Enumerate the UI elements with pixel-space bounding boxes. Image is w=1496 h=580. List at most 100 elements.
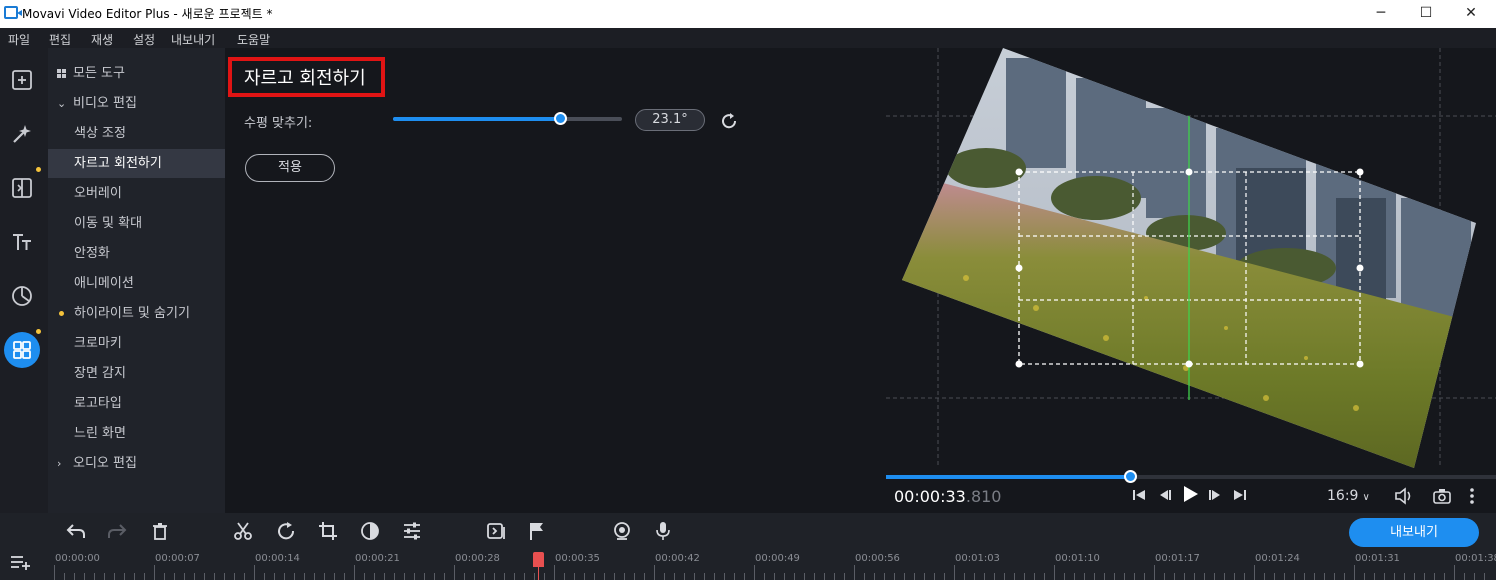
ruler-tick [524, 573, 525, 580]
ruler-tick [1014, 573, 1015, 580]
slider-fill [393, 117, 561, 121]
marker-flag-icon[interactable] [528, 521, 546, 541]
cut-icon[interactable] [233, 521, 253, 541]
webcam-record-icon[interactable] [612, 521, 632, 541]
tool-list: 모든 도구 ⌄ 비디오 편집 색상 조정 자르고 회전하기 오버레이 이동 및 … [48, 48, 225, 513]
ruler-tick [1334, 573, 1335, 580]
angle-slider[interactable] [393, 112, 622, 125]
angle-value-field[interactable]: 23.1° [635, 109, 705, 131]
ruler-tick [124, 573, 125, 580]
volume-icon[interactable] [1394, 487, 1416, 505]
next-frame-icon[interactable] [1208, 487, 1224, 503]
menu-file[interactable]: 파일 [8, 31, 30, 48]
filters-button[interactable] [4, 116, 40, 152]
stickers-button[interactable] [4, 278, 40, 314]
tool-item-crop-rotate[interactable]: 자르고 회전하기 [48, 149, 225, 178]
slider-handle[interactable] [554, 112, 568, 125]
ruler-tick [514, 573, 515, 580]
skip-back-icon[interactable] [1131, 487, 1147, 503]
ruler-tick [574, 573, 575, 580]
prev-frame-icon[interactable] [1156, 487, 1172, 503]
video-edit-group[interactable]: ⌄ 비디오 편집 [48, 89, 225, 118]
more-options-icon[interactable] [1466, 487, 1478, 505]
close-button[interactable]: ✕ [1448, 0, 1494, 28]
delete-icon[interactable] [150, 521, 170, 541]
ruler-tick [1264, 573, 1265, 580]
rotate-icon[interactable] [276, 521, 298, 541]
ruler-tick [1104, 573, 1105, 580]
ruler-tick [1124, 573, 1125, 580]
ruler-tick [674, 573, 675, 580]
ruler-tick [74, 573, 75, 580]
crop-icon[interactable] [318, 521, 338, 541]
ruler-tick [754, 565, 755, 580]
menu-help[interactable]: 도움말 [237, 31, 270, 48]
tool-item-scene-detect[interactable]: 장면 감지 [48, 359, 225, 388]
ruler-tick [954, 565, 955, 580]
ruler-tick [1224, 573, 1225, 580]
ruler-tick [414, 573, 415, 580]
tool-item-chroma[interactable]: 크로마키 [48, 329, 225, 358]
add-track-icon[interactable] [10, 553, 32, 571]
ruler-tick [454, 565, 455, 580]
transition-wizard-icon[interactable] [486, 521, 506, 541]
redo-icon[interactable] [106, 521, 128, 541]
ruler-tick [354, 565, 355, 580]
minimize-button[interactable]: ─ [1358, 0, 1404, 28]
timeline-ruler[interactable]: 00:00:00 00:00:07 00:00:14 00:00:21 00:00:28… [48, 543, 1496, 580]
ruler-tick [494, 573, 495, 580]
tool-item-color[interactable]: 색상 조정 [48, 119, 225, 148]
notification-dot [36, 167, 41, 172]
tool-item-logo[interactable]: 로고타입 [48, 389, 225, 418]
clip-properties-icon[interactable] [402, 521, 422, 541]
color-adjust-icon[interactable] [360, 521, 380, 541]
menu-export[interactable]: 내보내기 [171, 31, 215, 48]
skip-forward-icon[interactable] [1232, 487, 1248, 503]
menu-playback[interactable]: 재생 [91, 31, 113, 48]
tool-item-highlight[interactable]: 하이라이트 및 숨기기 [48, 299, 225, 328]
tool-item-animation[interactable]: 애니메이션 [48, 269, 225, 298]
tool-item-overlay[interactable]: 오버레이 [48, 179, 225, 208]
playhead[interactable] [533, 552, 544, 567]
tool-item-label: 장면 감지 [74, 366, 126, 381]
title-bar: Movavi Video Editor Plus - 새로운 프로젝트 * ─ … [0, 0, 1496, 28]
ruler-tick [1084, 573, 1085, 580]
titles-button[interactable] [4, 224, 40, 260]
ruler-label: 00:00:21 [355, 553, 400, 564]
ruler-tick [1394, 573, 1395, 580]
ruler-tick [684, 573, 685, 580]
undo-icon[interactable] [65, 521, 87, 541]
import-button[interactable] [4, 62, 40, 98]
ruler-tick [1064, 573, 1065, 580]
player-progress[interactable] [886, 470, 1496, 483]
aspect-ratio-select[interactable]: 16:9 ∨ [1327, 488, 1370, 504]
transitions-button[interactable] [4, 170, 40, 206]
play-icon[interactable] [1180, 484, 1200, 504]
ruler-tick [774, 573, 775, 580]
snapshot-icon[interactable] [1432, 487, 1452, 505]
all-tools-item[interactable]: 모든 도구 [48, 59, 225, 88]
ruler-tick [504, 573, 505, 580]
tool-item-stabilize[interactable]: 안정화 [48, 239, 225, 268]
grid-icon [57, 69, 66, 78]
ruler-tick [1034, 573, 1035, 580]
more-tools-button[interactable] [4, 332, 40, 368]
audio-edit-group[interactable]: › 오디오 편집 [48, 449, 225, 478]
tool-item-pan-zoom[interactable]: 이동 및 확대 [48, 209, 225, 238]
ruler-tick [924, 573, 925, 580]
tool-item-slow-motion[interactable]: 느린 화면 [48, 419, 225, 448]
ruler-label: 00:00:35 [555, 553, 600, 564]
ruler-tick [744, 573, 745, 580]
more-tools-icon [13, 341, 31, 359]
chevron-right-icon: › [57, 457, 62, 470]
microphone-icon[interactable] [655, 521, 671, 541]
progress-handle[interactable] [1124, 470, 1137, 483]
ruler-tick [84, 573, 85, 580]
rotate-icon[interactable] [718, 110, 740, 132]
menu-settings[interactable]: 설정 [133, 31, 155, 48]
maximize-button[interactable]: ☐ [1403, 0, 1449, 28]
apply-button[interactable]: 적용 [245, 154, 335, 182]
level-label: 수평 맞추기: [244, 116, 313, 131]
ruler-tick [594, 573, 595, 580]
menu-edit[interactable]: 편집 [49, 31, 71, 48]
